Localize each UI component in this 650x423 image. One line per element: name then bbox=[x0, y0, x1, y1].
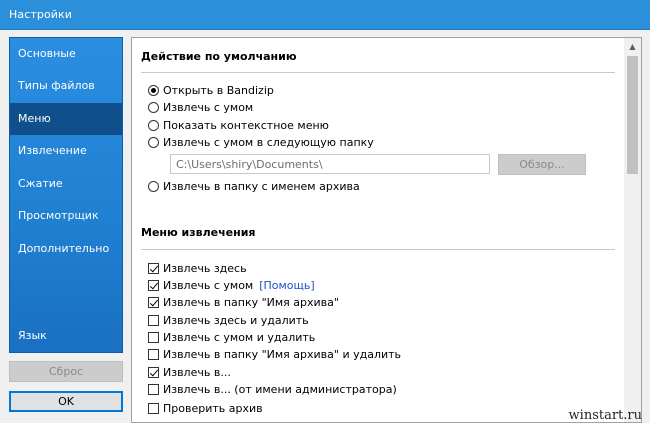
sidebar-item-compression[interactable]: Сжатие bbox=[10, 168, 122, 200]
check-extract-here-delete[interactable]: Извлечь здесь и удалить bbox=[148, 312, 309, 328]
check-test-archive[interactable]: Проверить архив bbox=[148, 400, 263, 416]
checkbox-icon bbox=[148, 383, 159, 395]
sidebar-item-general[interactable]: Основные bbox=[10, 38, 122, 70]
check-extract-to[interactable]: Извлечь в... bbox=[148, 364, 231, 380]
sidebar-item-file-types[interactable]: Типы файлов bbox=[10, 70, 122, 102]
radio-icon bbox=[148, 101, 159, 113]
settings-panel: Действие по умолчанию Открыть в Bandizip… bbox=[131, 37, 642, 423]
checkbox-checked-icon bbox=[148, 366, 159, 378]
checkbox-checked-icon bbox=[148, 279, 159, 291]
window-title: Настройки bbox=[9, 8, 73, 21]
sidebar-item-advanced[interactable]: Дополнительно bbox=[10, 233, 122, 265]
radio-icon bbox=[148, 119, 159, 131]
reset-button[interactable]: Сброс bbox=[9, 361, 123, 382]
check-extract-to-archive-folder[interactable]: Извлечь в папку "Имя архива" bbox=[148, 294, 339, 310]
radio-open-in-bandizip[interactable]: Открыть в Bandizip bbox=[148, 82, 274, 98]
sidebar-item-language[interactable]: Язык bbox=[10, 320, 122, 352]
browse-button[interactable]: Обзор... bbox=[498, 154, 586, 175]
radio-selected-icon bbox=[148, 84, 159, 96]
sidebar-item-menu[interactable]: Меню bbox=[10, 103, 122, 135]
extract-menu-title: Меню извлечения bbox=[141, 226, 256, 239]
checkbox-icon bbox=[148, 331, 159, 343]
checkbox-checked-icon bbox=[148, 296, 159, 308]
folder-path-input[interactable] bbox=[170, 154, 490, 174]
section-divider bbox=[141, 72, 615, 73]
check-smart-extract[interactable]: Извлечь с умом [Помощь] bbox=[148, 277, 315, 293]
vertical-scrollbar[interactable]: ▲ bbox=[624, 38, 641, 422]
help-link[interactable]: [Помощь] bbox=[259, 279, 314, 292]
checkbox-icon bbox=[148, 314, 159, 326]
radio-smart-extract[interactable]: Извлечь с умом bbox=[148, 99, 253, 115]
sidebar: Основные Типы файлов Меню Извлечение Сжа… bbox=[9, 37, 123, 353]
radio-extract-to-archive-name-folder[interactable]: Извлечь в папку с именем архива bbox=[148, 178, 360, 194]
scroll-thumb[interactable] bbox=[627, 56, 638, 174]
sidebar-item-extraction[interactable]: Извлечение bbox=[10, 135, 122, 167]
check-extract-to-admin[interactable]: Извлечь в... (от имени администратора) bbox=[148, 381, 397, 397]
check-smart-extract-delete[interactable]: Извлечь с умом и удалить bbox=[148, 329, 315, 345]
radio-icon bbox=[148, 180, 159, 192]
default-action-title: Действие по умолчанию bbox=[141, 50, 297, 63]
sidebar-item-viewer[interactable]: Просмотрщик bbox=[10, 200, 122, 232]
radio-icon bbox=[148, 136, 159, 148]
scroll-up-arrow-icon[interactable]: ▲ bbox=[624, 38, 641, 55]
radio-show-context-menu[interactable]: Показать контекстное меню bbox=[148, 117, 329, 133]
title-bar: Настройки bbox=[0, 0, 650, 30]
radio-smart-extract-to-folder[interactable]: Извлечь с умом в следующую папку bbox=[148, 134, 374, 150]
checkbox-icon bbox=[148, 402, 159, 414]
ok-button[interactable]: OK bbox=[9, 391, 123, 412]
check-extract-here[interactable]: Извлечь здесь bbox=[148, 260, 247, 276]
checkbox-icon bbox=[148, 348, 159, 360]
section-divider bbox=[141, 249, 615, 250]
watermark: winstart.ru bbox=[568, 408, 642, 423]
check-extract-to-archive-folder-delete[interactable]: Извлечь в папку "Имя архива" и удалить bbox=[148, 346, 401, 362]
checkbox-checked-icon bbox=[148, 262, 159, 274]
